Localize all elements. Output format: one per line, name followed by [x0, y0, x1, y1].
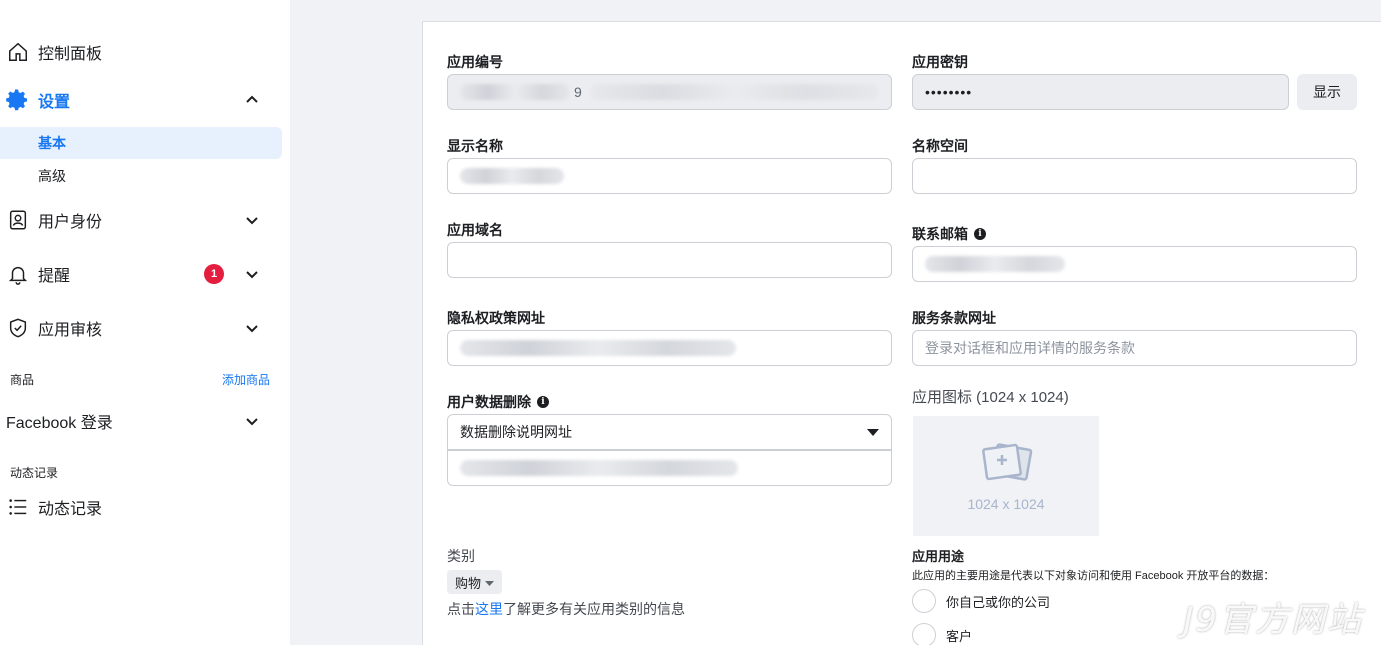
- radio-button[interactable]: [912, 589, 936, 613]
- category-label: 类别: [447, 548, 475, 564]
- info-icon[interactable]: i: [537, 396, 549, 408]
- sidebar-subitem-basic[interactable]: 基本: [0, 127, 282, 159]
- category-select[interactable]: 购物: [447, 570, 503, 594]
- category-help-prefix: 点击: [447, 601, 475, 617]
- contact-email-label: 联系邮箱 i: [912, 224, 986, 244]
- products-section-label: 商品: [10, 373, 35, 387]
- sidebar-item-alerts[interactable]: 提醒 1: [0, 256, 282, 292]
- redacted-value: [460, 168, 564, 184]
- display-name-field[interactable]: [447, 158, 892, 194]
- sidebar: 控制面板 设置 基本 高级 用户身份 提醒 1 应用审核 商品 添加商品 Fac…: [0, 0, 290, 645]
- app-icon-dimensions: 1024 x 1024: [967, 495, 1045, 512]
- app-id-label: 应用编号: [447, 54, 503, 70]
- sidebar-item-facebook-login[interactable]: Facebook 登录: [6, 403, 282, 439]
- shield-check-icon: [6, 316, 30, 340]
- display-name-label: 显示名称: [447, 138, 503, 154]
- app-secret-label: 应用密钥: [912, 54, 968, 70]
- redacted-value: [460, 84, 570, 100]
- namespace-field[interactable]: [912, 158, 1357, 194]
- sidebar-item-settings[interactable]: 设置: [0, 82, 282, 118]
- app-icon-upload[interactable]: 1024 x 1024: [913, 416, 1099, 536]
- image-placeholder-icon: [979, 441, 1033, 492]
- app-purpose-label: 应用用途: [912, 549, 965, 564]
- chevron-down-icon[interactable]: [242, 210, 262, 230]
- purpose-option-clients[interactable]: 客户: [912, 623, 972, 645]
- chevron-down-icon[interactable]: [242, 264, 262, 284]
- redacted-value: [460, 460, 738, 476]
- category-selected: 购物: [455, 575, 482, 591]
- list-icon: [6, 495, 30, 519]
- show-secret-button[interactable]: 显示: [1297, 74, 1357, 110]
- id-card-icon: [6, 208, 30, 232]
- privacy-url-label: 隐私权政策网址: [447, 310, 545, 326]
- purpose-option-label: 你自己或你的公司: [946, 594, 1051, 610]
- app-secret-field[interactable]: ••••••••: [912, 74, 1289, 110]
- purpose-option-label: 客户: [946, 628, 973, 644]
- sidebar-item-user-roles[interactable]: 用户身份: [0, 202, 282, 238]
- sidebar-item-label: 设置: [38, 94, 71, 111]
- chevron-down-icon[interactable]: [242, 411, 262, 431]
- gear-icon: [6, 88, 30, 112]
- app-domains-field[interactable]: [447, 242, 892, 278]
- activity-section-label: 动态记录: [10, 466, 59, 480]
- add-product-link[interactable]: 添加商品: [222, 371, 270, 388]
- terms-url-field[interactable]: 登录对话框和应用详情的服务条款: [912, 330, 1357, 366]
- terms-url-placeholder: 登录对话框和应用详情的服务条款: [925, 340, 1135, 356]
- chevron-down-icon[interactable]: [242, 318, 262, 338]
- sidebar-item-label: 动态记录: [38, 501, 103, 518]
- sidebar-item-label: 应用审核: [38, 322, 103, 339]
- alert-count-badge: 1: [204, 264, 224, 284]
- data-deletion-label: 用户数据删除 i: [447, 392, 549, 412]
- sidebar-item-label: 提醒: [38, 268, 71, 285]
- data-deletion-url-field[interactable]: [447, 450, 892, 486]
- sidebar-item-dashboard[interactable]: 控制面板: [0, 34, 282, 70]
- app-domains-label: 应用域名: [447, 222, 503, 238]
- bell-icon: [6, 262, 30, 286]
- caret-down-icon: [867, 424, 879, 440]
- terms-url-label: 服务条款网址: [912, 310, 996, 326]
- category-help-suffix: 了解更多有关应用类别的信息: [503, 601, 685, 617]
- basic-settings-panel: 应用编号 9 应用密钥 •••••••• 显示 显示名称 名称空间 应用域名 联…: [422, 21, 1381, 645]
- app-id-suffix: 9: [574, 84, 582, 100]
- sidebar-item-label: 用户身份: [38, 214, 103, 231]
- contact-email-field[interactable]: [912, 246, 1357, 282]
- sidebar-item-label: Facebook 登录: [6, 415, 113, 432]
- app-secret-value: ••••••••: [925, 84, 973, 100]
- data-deletion-label-text: 用户数据删除: [447, 394, 531, 410]
- category-help-link[interactable]: 这里: [475, 601, 503, 617]
- sidebar-item-app-review[interactable]: 应用审核: [0, 310, 282, 346]
- data-deletion-select[interactable]: 数据删除说明网址: [447, 414, 892, 450]
- contact-email-label-text: 联系邮箱: [912, 226, 968, 242]
- purpose-option-self[interactable]: 你自己或你的公司: [912, 589, 1050, 613]
- namespace-label: 名称空间: [912, 138, 968, 154]
- home-icon: [6, 40, 30, 64]
- category-help-text: 点击这里了解更多有关应用类别的信息: [447, 599, 685, 619]
- info-icon[interactable]: i: [974, 228, 986, 240]
- app-id-field[interactable]: 9: [447, 74, 892, 110]
- redacted-value: [460, 340, 736, 356]
- app-purpose-hint: 此应用的主要用途是代表以下对象访问和使用 Facebook 开放平台的数据：: [912, 570, 1275, 582]
- sidebar-item-label: 控制面板: [38, 46, 103, 63]
- privacy-url-field[interactable]: [447, 330, 892, 366]
- app-icon-label: 应用图标 (1024 x 1024): [912, 389, 1069, 406]
- redacted-value: [589, 84, 879, 100]
- sidebar-subitem-advanced[interactable]: 高级: [0, 160, 282, 192]
- radio-button[interactable]: [912, 623, 936, 645]
- watermark: J9官方网站: [1183, 600, 1363, 640]
- redacted-value: [925, 256, 1065, 272]
- data-deletion-selected: 数据删除说明网址: [460, 424, 572, 440]
- caret-down-icon: [485, 575, 495, 590]
- sidebar-item-activity-log[interactable]: 动态记录: [0, 489, 282, 525]
- chevron-up-icon[interactable]: [242, 90, 262, 110]
